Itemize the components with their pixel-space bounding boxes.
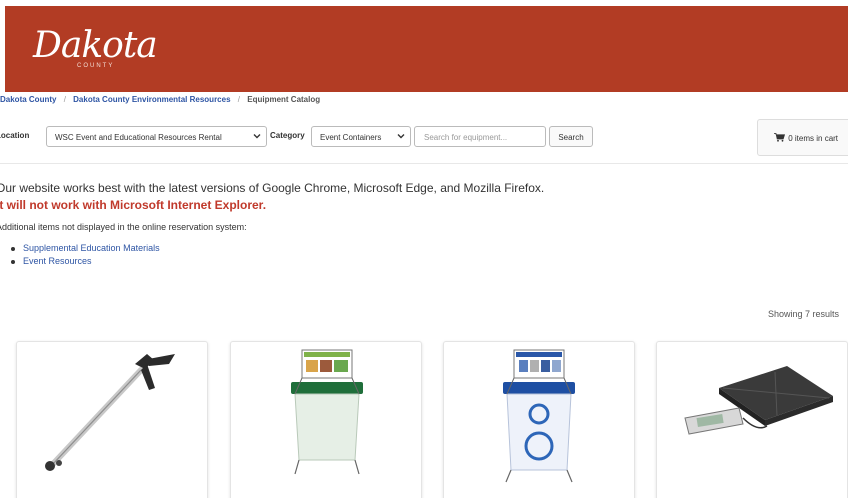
breadcrumb-separator: / [237,95,240,104]
header-bar: Dakota COUNTY [5,6,848,92]
breadcrumb-link-dakota-county[interactable]: Dakota County [0,95,56,104]
dakota-county-logo[interactable]: Dakota COUNTY [33,26,163,74]
logo-subtext: COUNTY [77,63,115,69]
list-item: Event Resources [11,256,160,269]
recycle-container-image [503,349,575,483]
digital-scale-image [684,366,833,435]
breadcrumb-link-environmental-resources[interactable]: Dakota County Environmental Resources [73,95,230,104]
location-select[interactable]: WSC Event and Educational Resources Rent… [46,126,267,147]
category-label: Category [270,131,305,140]
additional-items-text: Additional items not displayed in the on… [0,222,247,232]
organics-container-image [291,349,363,475]
search-placeholder: Search for equipment... [424,133,508,142]
product-card[interactable] [656,341,848,498]
divider [0,163,848,164]
filter-bar: Location WSC Event and Educational Resou… [0,126,848,148]
browser-notice: Our website works best with the latest v… [0,181,545,195]
location-select-value: WSC Event and Educational Resources Rent… [55,133,222,142]
litter-grabber-image [45,354,175,471]
cart-button[interactable]: 0 items in cart [757,119,848,156]
cart-label: 0 items in cart [788,134,839,143]
location-label: Location [0,131,30,140]
search-button[interactable]: Search [549,126,593,147]
category-select[interactable]: Event Containers [311,126,411,147]
search-input[interactable]: Search for equipment... [414,126,546,147]
results-count: Showing 7 results [768,309,840,319]
product-card[interactable] [16,341,208,498]
supplemental-education-link[interactable]: Supplemental Education Materials [23,243,160,253]
list-item: Supplemental Education Materials [11,243,160,256]
chevron-down-icon [397,132,405,142]
breadcrumb-separator: / [63,95,66,104]
logo-text: Dakota [33,25,158,66]
cart-icon [774,133,786,142]
event-resources-link[interactable]: Event Resources [23,256,92,266]
breadcrumb-current: Equipment Catalog [247,95,321,104]
additional-items-list: Supplemental Education Materials Event R… [11,243,160,269]
breadcrumb: Dakota County / Dakota County Environmen… [0,95,320,109]
site-header: Dakota COUNTY [0,0,848,92]
category-select-value: Event Containers [320,133,382,142]
product-card[interactable] [443,341,635,498]
ie-warning: It will not work with Microsoft Internet… [0,198,267,212]
product-card[interactable] [230,341,422,498]
chevron-down-icon [253,132,261,142]
